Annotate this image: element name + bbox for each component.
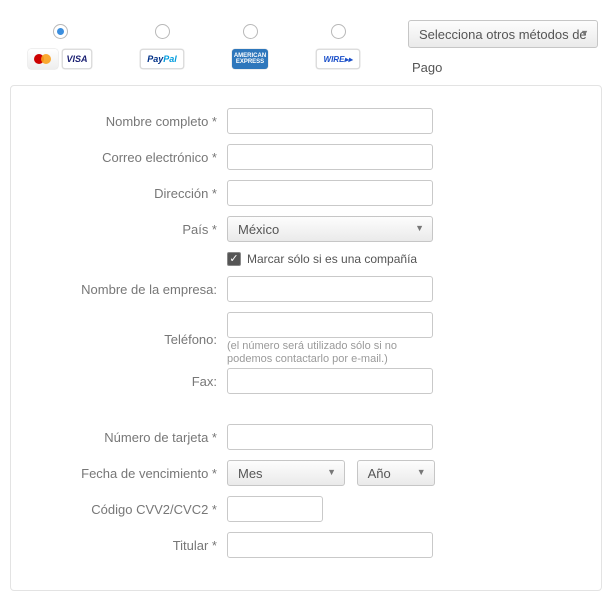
method-amex[interactable]: AMERICAN EXPRESS xyxy=(232,20,268,69)
other-methods-select[interactable]: Selecciona otros métodos de xyxy=(408,20,598,48)
label-address: Dirección * xyxy=(31,186,227,201)
email-input[interactable] xyxy=(227,144,433,170)
method-wire[interactable]: WIRE▸▸ xyxy=(316,20,360,69)
expiry-year-select[interactable]: Año xyxy=(357,460,435,486)
label-country: País * xyxy=(31,222,227,237)
label-email: Correo electrónico * xyxy=(31,150,227,165)
radio-wire[interactable] xyxy=(331,24,346,39)
label-cvv: Código CVV2/CVC2 * xyxy=(31,502,227,517)
label-card-number: Número de tarjeta * xyxy=(31,430,227,445)
expiry-month-select[interactable]: Mes xyxy=(227,460,345,486)
radio-card[interactable] xyxy=(53,24,68,39)
label-holder: Titular * xyxy=(31,538,227,553)
radio-paypal[interactable] xyxy=(155,24,170,39)
company-name-input[interactable] xyxy=(227,276,433,302)
country-select[interactable]: México xyxy=(227,216,433,242)
label-full-name: Nombre completo * xyxy=(31,114,227,129)
label-expiry: Fecha de vencimiento * xyxy=(31,466,227,481)
card-brand-icons: VISA xyxy=(28,49,92,69)
cvv-input[interactable] xyxy=(227,496,323,522)
phone-input[interactable] xyxy=(227,312,433,338)
payment-method-row: VISA PayPal AMERICAN EXPRESS WIRE▸▸ Sele… xyxy=(0,20,612,81)
label-fax: Fax: xyxy=(31,374,227,389)
mastercard-icon xyxy=(28,49,58,69)
company-checkbox[interactable]: ✓ xyxy=(227,252,241,266)
card-holder-input[interactable] xyxy=(227,532,433,558)
company-checkbox-label: Marcar sólo si es una compañía xyxy=(247,252,417,266)
visa-icon: VISA xyxy=(62,49,92,69)
phone-hint: (el número será utilizado sólo si no pod… xyxy=(227,340,437,366)
full-name-input[interactable] xyxy=(227,108,433,134)
paypal-icon: PayPal xyxy=(140,49,184,69)
address-input[interactable] xyxy=(227,180,433,206)
method-card[interactable]: VISA xyxy=(28,20,92,69)
wire-icon: WIRE▸▸ xyxy=(316,49,360,69)
label-phone: Teléfono: xyxy=(31,332,227,347)
billing-panel: Nombre completo * Correo electrónico * D… xyxy=(10,85,602,591)
other-methods-col: Selecciona otros métodos de Pago xyxy=(408,20,598,75)
method-paypal[interactable]: PayPal xyxy=(140,20,184,69)
other-methods-label: Pago xyxy=(408,60,598,75)
label-company-name: Nombre de la empresa: xyxy=(31,282,227,297)
card-number-input[interactable] xyxy=(227,424,433,450)
fax-input[interactable] xyxy=(227,368,433,394)
radio-amex[interactable] xyxy=(243,24,258,39)
amex-icon: AMERICAN EXPRESS xyxy=(232,49,268,69)
